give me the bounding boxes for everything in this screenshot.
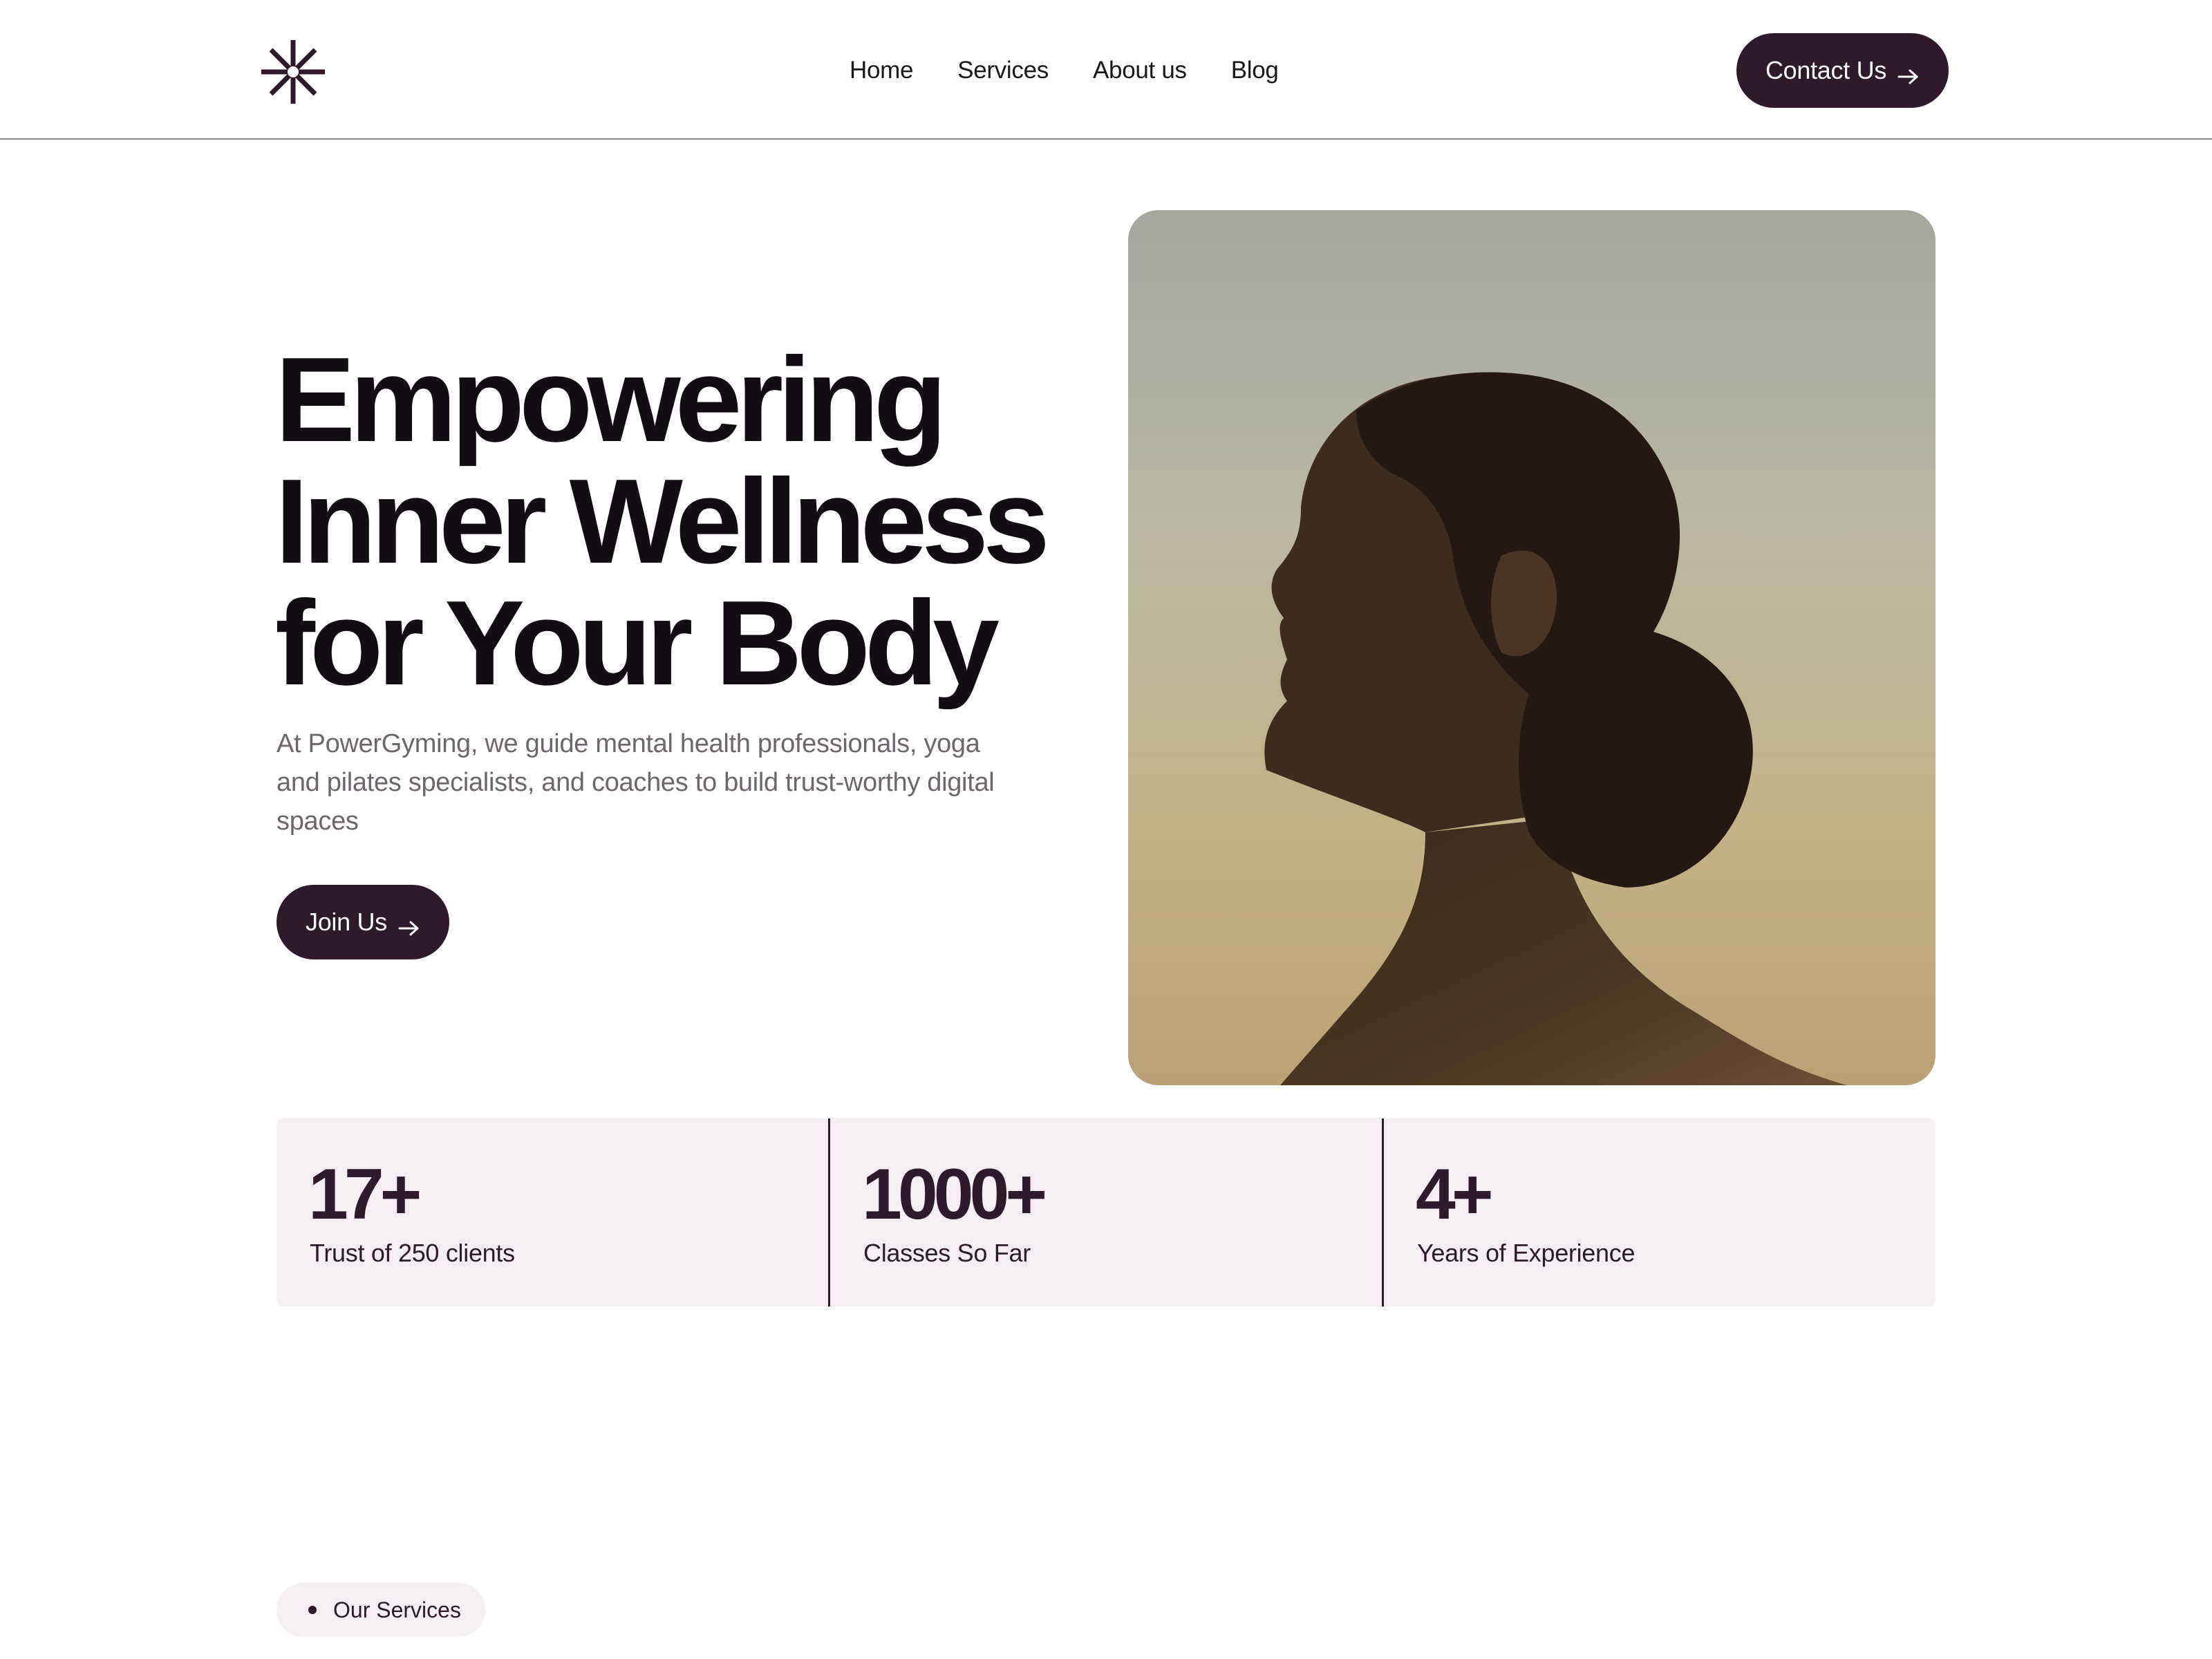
stat-item: 17+ Trust of 250 clients — [276, 1118, 828, 1306]
stat-label: Years of Experience — [1417, 1239, 1635, 1267]
join-us-button[interactable]: Join Us — [276, 885, 449, 959]
nav-blog-link[interactable]: Blog — [1231, 57, 1279, 84]
contact-us-button[interactable]: Contact Us — [1736, 33, 1949, 108]
nav-about-link[interactable]: About us — [1093, 57, 1187, 84]
asterisk-logo-icon[interactable] — [260, 39, 326, 105]
site-header: Home Services About us Blog Contact Us — [0, 0, 2212, 140]
arrow-right-icon — [398, 914, 420, 936]
stat-item: 1000+ Classes So Far — [828, 1118, 1382, 1306]
stat-value: 4+ — [1416, 1154, 1494, 1235]
stat-label: Classes So Far — [863, 1239, 1031, 1267]
contact-us-label: Contact Us — [1765, 56, 1887, 84]
arrow-right-icon — [1897, 62, 1920, 84]
hero-title: Empowering Inner Wellness for Your Body — [275, 339, 1077, 704]
bullet-dot-icon — [308, 1606, 317, 1614]
join-us-label: Join Us — [306, 908, 387, 936]
our-services-label: Our Services — [333, 1597, 461, 1622]
stat-item: 4+ Years of Experience — [1382, 1118, 1936, 1306]
nav-services-link[interactable]: Services — [957, 57, 1049, 84]
stat-value: 17+ — [308, 1154, 422, 1235]
main-nav: Home Services About us Blog — [850, 50, 1279, 91]
our-services-badge: Our Services — [276, 1583, 485, 1637]
hero-title-line: Inner Wellness — [275, 453, 1050, 588]
hero-description: At PowerGyming, we guide mental health p… — [276, 729, 995, 836]
hero-title-line: for Your Body — [275, 575, 1000, 710]
stat-value: 1000+ — [862, 1154, 1047, 1235]
hero-title-line: Empowering — [275, 332, 947, 467]
woman-profile-photo — [1128, 210, 1936, 1085]
stats-bar: 17+ Trust of 250 clients 1000+ Classes S… — [276, 1118, 1936, 1306]
stat-label: Trust of 250 clients — [310, 1239, 515, 1267]
nav-home-link[interactable]: Home — [850, 57, 913, 84]
